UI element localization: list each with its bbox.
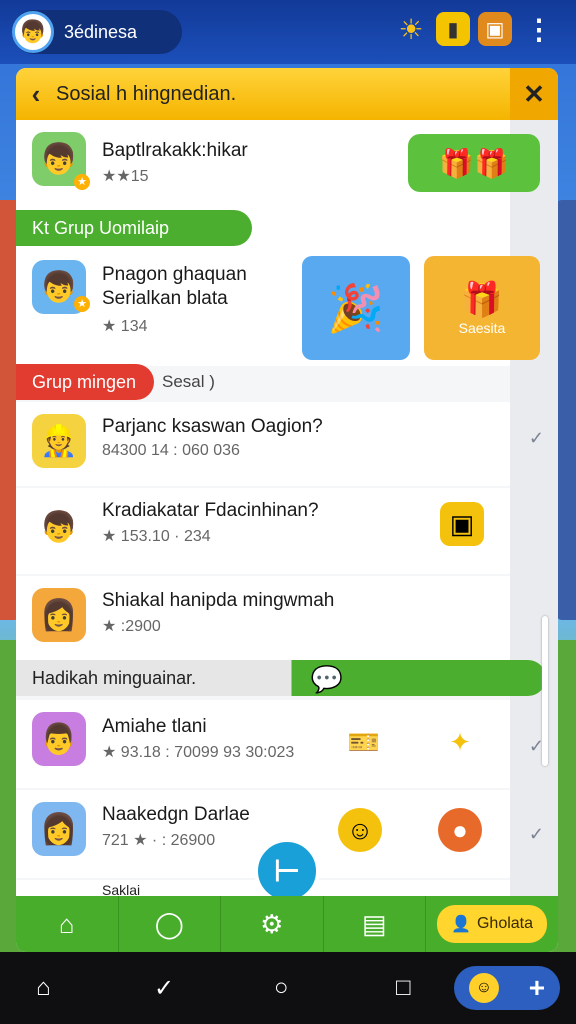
list-item-title: Parjanc ksaswan Oagion? xyxy=(102,416,323,437)
sun-icon[interactable]: ☀ xyxy=(394,12,428,46)
coin-icon[interactable]: ☺ xyxy=(468,973,499,1003)
circle-icon[interactable]: ○ xyxy=(274,974,289,1002)
avatar: 👨 xyxy=(32,712,86,766)
coin-icon[interactable]: ☺ xyxy=(338,808,382,852)
back-icon[interactable]: ‹ xyxy=(16,79,56,110)
list-item-sub: ★ :2900 xyxy=(102,618,161,635)
gift-bundle-icon[interactable]: 🎁🎁 xyxy=(408,134,540,192)
fab-button[interactable]: ⊢ xyxy=(254,838,320,904)
cta-button[interactable]: 👤 Gholata xyxy=(437,905,548,943)
cta-label: Gholata xyxy=(476,915,534,932)
tab-home[interactable]: ⌂ xyxy=(16,896,119,952)
panel-header: ‹ Sosial h hingnedian. ✕ xyxy=(16,68,558,120)
group-title-2: Serialkan blata xyxy=(102,288,228,309)
tab-search[interactable]: ◯ xyxy=(119,896,222,952)
group-card[interactable]: 👦 ★ Pnagon ghaquan Serialkan blata ★ 134… xyxy=(16,248,540,366)
top-bar: 👦 3édinesa ☀ ▮ ▣ ⋮ xyxy=(0,0,576,64)
puzzle-icon[interactable]: ✦ xyxy=(438,720,482,764)
list-item[interactable]: 👦 Kradiakatar Fdacinhinan? ★ 153.10 · 23… xyxy=(16,488,510,574)
promo-label: Saesita xyxy=(458,320,506,336)
tab-shop[interactable]: ▤ xyxy=(324,896,427,952)
ticket-icon[interactable]: 🎫 xyxy=(342,720,386,764)
section-header: Hadikah minguainar. xyxy=(16,660,546,696)
section-header: Kt Grup Uomilaip xyxy=(16,210,252,246)
gift-box-icon[interactable]: ▣ xyxy=(440,502,484,546)
star-badge-icon: ★ xyxy=(74,296,90,312)
group-title: Pnagon ghaquan xyxy=(102,264,247,285)
list-item[interactable]: 👷 Parjanc ksaswan Oagion? 84300 14 : 060… xyxy=(16,402,510,486)
list-item-sub: 84300 14 : 060 036 xyxy=(102,442,240,459)
scrollbar[interactable] xyxy=(542,616,548,766)
tab-settings[interactable]: ⚙ xyxy=(221,896,324,952)
promo-card[interactable]: 🎁 Saesita xyxy=(424,256,540,360)
speech-bubble-icon[interactable]: ● xyxy=(438,808,482,852)
group-sub: ★ 134 xyxy=(102,318,148,335)
avatar: 👩 xyxy=(32,802,86,856)
list-item[interactable]: 👨 Amiahe tlani ★ 93.18 : 70099 93 30:023… xyxy=(16,700,510,788)
list-item-sub: ★ 93.18 : 70099 93 30:023 xyxy=(102,744,295,761)
section-tag: Sesal ) xyxy=(162,372,215,391)
avatar: 👷 xyxy=(32,414,86,468)
more-icon[interactable]: ⋮ xyxy=(522,12,556,46)
page-title: Sosial h hingnedian. xyxy=(56,82,237,105)
social-panel: ‹ Sosial h hingnedian. ✕ 👦 ★ Baptlrakakk… xyxy=(16,68,558,952)
avatar[interactable]: 👦 xyxy=(12,11,54,53)
search-icon: ◯ xyxy=(154,908,184,939)
list-item-title: Amiahe tlani xyxy=(102,716,207,737)
close-button[interactable]: ✕ xyxy=(510,68,558,120)
square-icon[interactable]: □ xyxy=(396,974,411,1002)
avatar: 👦 xyxy=(32,500,86,554)
tab-cta[interactable]: 👤 Gholata xyxy=(426,905,558,943)
list-item-title: Shiakal hanipda mingwmah xyxy=(102,590,335,611)
gift-box-icon[interactable]: ▣ xyxy=(478,12,512,46)
celebration-image-icon[interactable]: 🎉 xyxy=(302,256,410,360)
profile-name: 3édinesa xyxy=(64,21,138,42)
profile-pill[interactable]: 👦 3édinesa xyxy=(12,10,182,54)
featured-title: Baptlrakakk:hikar xyxy=(102,140,248,161)
home-icon: ⌂ xyxy=(58,908,75,939)
note-icon[interactable]: ▮ xyxy=(436,12,470,46)
bottom-tab-bar: ⌂ ◯ ⚙ ▤ 👤 Gholata xyxy=(16,896,558,952)
star-badge-icon: ★ xyxy=(74,174,90,190)
check-icon: ✓ xyxy=(528,824,544,844)
nav-action-pill[interactable]: ☺ + xyxy=(454,966,560,1010)
list-item-title: Naakedgn Darlae xyxy=(102,804,250,825)
home-icon[interactable]: ⌂ xyxy=(36,974,51,1002)
avatar-icon: 👤 xyxy=(451,916,471,933)
gear-icon: ⚙ xyxy=(260,908,284,939)
list-item-title: Kradiakatar Fdacinhinan? xyxy=(102,500,319,521)
check-icon[interactable]: ✓ xyxy=(154,974,174,1003)
avatar: 👩 xyxy=(32,588,86,642)
check-icon: ✓ xyxy=(528,428,544,448)
system-nav-bar: ⌂ ✓ ○ □ ☺ + xyxy=(0,952,576,1024)
featured-sub: ★★15 xyxy=(102,168,149,185)
list-item-sub: ★ 153.10 · 234 xyxy=(102,528,211,545)
plus-icon[interactable]: + xyxy=(529,972,545,1004)
list-item[interactable]: 👩 Shiakal hanipda mingwmah ★ :2900 xyxy=(16,576,510,660)
chat-icon[interactable]: 💬 xyxy=(308,662,346,696)
list-item-sub: 721 ★ · : 26900 xyxy=(102,832,216,849)
section-header: Grup mingen xyxy=(16,364,154,400)
background-building-right xyxy=(556,200,576,620)
bag-icon: ▤ xyxy=(362,908,387,939)
gift-icon: 🎁 xyxy=(460,281,504,319)
